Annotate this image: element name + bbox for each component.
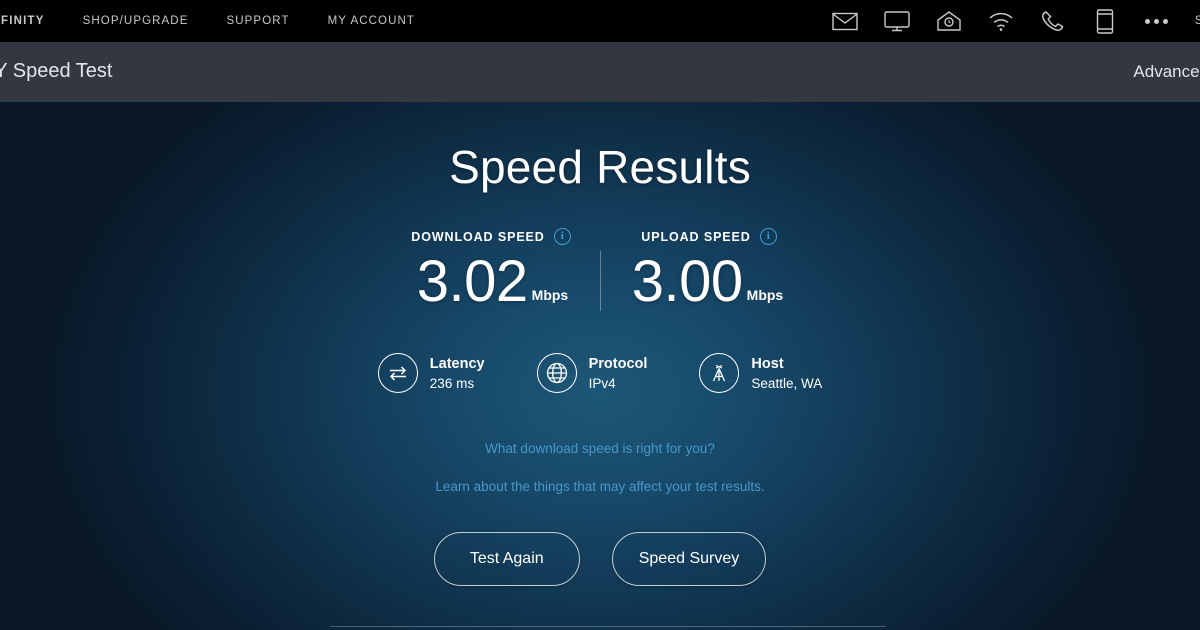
upload-speed-value-group: 3.00 Mbps — [599, 253, 817, 311]
upload-info-icon[interactable]: i — [759, 228, 777, 245]
info-links: What download speed is right for you? Le… — [0, 441, 1200, 494]
topnav-links: FINITY SHOP/UPGRADE SUPPORT MY ACCOUNT — [0, 15, 434, 27]
download-info-icon[interactable]: i — [553, 228, 571, 245]
upload-speed-label-group: UPLOAD SPEED i — [600, 228, 818, 245]
download-speed-value: 3.02 — [416, 249, 528, 314]
download-speed-unit: Mbps — [531, 287, 569, 303]
tv-icon[interactable] — [880, 0, 914, 42]
test-again-button[interactable]: Test Again — [433, 532, 580, 586]
speed-survey-button[interactable]: Speed Survey — [611, 532, 767, 586]
download-speed-guide-link[interactable]: What download speed is right for you? — [0, 441, 1200, 456]
sign-in-link[interactable]: SIGN I — [1183, 15, 1200, 27]
speed-test-stage: Speed Results DOWNLOAD SPEED i UPLOAD SP… — [0, 102, 1200, 630]
metric-protocol-name: Protocol — [588, 355, 648, 372]
upload-speed-unit: Mbps — [746, 287, 784, 303]
shop-upgrade-link[interactable]: SHOP/UPGRADE — [64, 15, 208, 27]
xfinity-brand-link[interactable]: FINITY — [0, 15, 64, 27]
support-link[interactable]: SUPPORT — [207, 15, 308, 27]
metric-host-value: Seattle, WA — [751, 375, 823, 391]
home-security-icon[interactable] — [932, 0, 966, 42]
mobile-icon[interactable] — [1088, 0, 1122, 42]
metric-latency-value: 236 ms — [429, 375, 475, 391]
metric-host: Host Seattle, WA — [699, 353, 822, 393]
advanced-settings-link[interactable]: Advanced Sett — [1133, 62, 1200, 82]
bottom-divider — [330, 626, 886, 627]
speed-labels-row: DOWNLOAD SPEED i UPLOAD SPEED i — [0, 228, 1200, 245]
download-speed-value-group: 3.02 Mbps — [384, 253, 602, 311]
download-speed-label: DOWNLOAD SPEED — [411, 229, 545, 244]
metrics-row: Latency 236 ms Protocol IPv4 Host Seattl… — [0, 353, 1200, 393]
metric-protocol: Protocol IPv4 — [536, 353, 648, 393]
latency-arrows-icon — [377, 353, 418, 393]
globe-icon — [536, 353, 577, 393]
topnav-icon-group: SIGN I — [819, 0, 1200, 42]
top-utility-nav: FINITY SHOP/UPGRADE SUPPORT MY ACCOUNT S — [0, 0, 1200, 42]
my-account-link[interactable]: MY ACCOUNT — [309, 15, 434, 27]
test-results-factors-link[interactable]: Learn about the things that may affect y… — [0, 479, 1200, 494]
download-speed-label-group: DOWNLOAD SPEED i — [382, 228, 600, 245]
speed-values-row: 3.02 Mbps 3.00 Mbps — [0, 251, 1200, 311]
broadcast-tower-icon — [699, 353, 740, 393]
metric-host-text: Host Seattle, WA — [751, 354, 822, 393]
mail-icon[interactable] — [828, 0, 862, 42]
phone-icon[interactable] — [1036, 0, 1070, 42]
metric-latency-text: Latency 236 ms — [430, 354, 485, 393]
wifi-icon[interactable] — [984, 0, 1018, 42]
app-title: NITY Speed Test — [0, 60, 113, 82]
metric-host-name: Host — [751, 355, 784, 372]
app-header-bar: NITY Speed Test Advanced Sett — [0, 42, 1200, 102]
metric-latency: Latency 236 ms — [377, 353, 485, 393]
metric-protocol-value: IPv4 — [588, 375, 616, 391]
action-buttons: Test Again Speed Survey — [0, 532, 1200, 586]
more-options-icon[interactable] — [1140, 0, 1174, 42]
metric-protocol-text: Protocol IPv4 — [589, 354, 648, 393]
metric-latency-name: Latency — [429, 355, 485, 372]
page-title: Speed Results — [449, 141, 751, 193]
upload-speed-value: 3.00 — [631, 249, 743, 314]
upload-speed-label: UPLOAD SPEED — [641, 229, 751, 244]
